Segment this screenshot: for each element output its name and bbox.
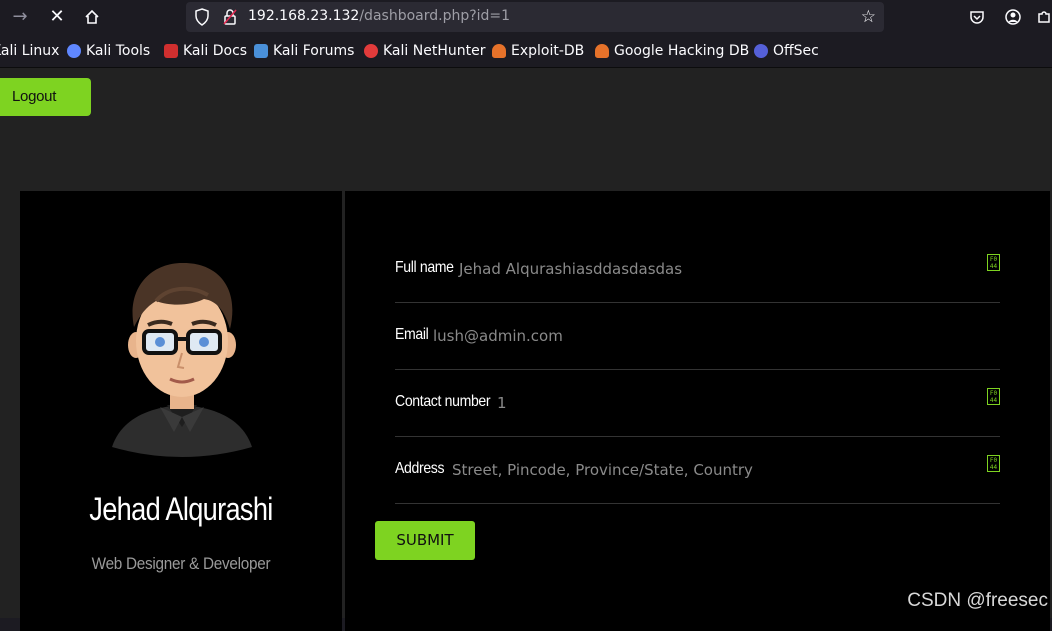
extensions-icon[interactable] (1036, 5, 1052, 29)
kali-docs-icon (164, 44, 178, 58)
bookmark-kali-tools[interactable]: Kali Tools (67, 43, 150, 59)
bookmark-label: Kali Tools (86, 43, 151, 59)
kali-tools-icon (67, 44, 81, 58)
url-path: /dashboard.php?id=1 (359, 8, 511, 24)
field-badge-icon: F0 44 (987, 455, 1000, 472)
field-badge-icon: F0 44 (987, 254, 1000, 271)
bookmark-label: Google Hacking DB (614, 43, 750, 59)
full-name-input[interactable]: Jehad Alqurashiasddasdasdas (459, 260, 682, 278)
logout-button[interactable]: Logout (0, 78, 91, 116)
url-text[interactable]: 192.168.23.132/dashboard.php?id=1 (248, 8, 510, 24)
bookmark-label: Kali Forums (273, 43, 355, 59)
kali-forums-icon (254, 44, 268, 58)
bookmark-star-icon[interactable]: ☆ (861, 7, 876, 27)
field-label: Contact number (395, 393, 491, 410)
browser-toolbar: → ✕ 192.168.23.132/dashboard.php?id=1 ☆ (0, 0, 1052, 34)
field-label: Full name (395, 259, 454, 276)
forward-icon[interactable]: → (8, 5, 32, 29)
bookmark-label: OffSec (773, 43, 819, 59)
kali-nethunter-icon (364, 44, 378, 58)
bookmark-label: Kali Docs (183, 43, 248, 59)
field-email: Email lush@admin.com (395, 303, 1000, 370)
address-input[interactable]: Street, Pincode, Province/State, Country (452, 461, 753, 479)
bookmark-label: Kali NetHunter (383, 43, 486, 59)
bookmark-offsec[interactable]: OffSec (754, 43, 819, 59)
bookmark-kali-nethunter[interactable]: Kali NetHunter (364, 43, 485, 59)
field-address: Address Street, Pincode, Province/State,… (395, 437, 1000, 504)
url-bar[interactable]: 192.168.23.132/dashboard.php?id=1 ☆ (186, 2, 884, 32)
watermark: CSDN @freesec (907, 590, 1048, 611)
field-label: Address (395, 460, 445, 477)
field-label: Email (395, 326, 429, 343)
profile-role: Web Designer & Developer (91, 554, 271, 573)
url-host: 192.168.23.132 (248, 8, 360, 24)
bookmark-kali-forums[interactable]: Kali Forums (254, 43, 354, 59)
insecure-lock-icon[interactable] (222, 8, 238, 30)
bookmark-label: Kali Linux (0, 43, 60, 59)
bookmarks-bar: Kali Linux Kali Tools Kali Docs Kali For… (0, 34, 1052, 68)
avatar (112, 262, 252, 457)
bookmark-label: Exploit-DB (511, 43, 585, 59)
contact-number-input[interactable]: 1 (497, 394, 507, 412)
profile-card: Jehad Alqurashi Web Designer & Developer (20, 191, 342, 631)
field-badge-icon: F0 44 (987, 388, 1000, 405)
account-icon[interactable] (1001, 5, 1025, 29)
shield-icon[interactable] (194, 8, 210, 30)
pocket-icon[interactable] (965, 5, 989, 29)
profile-name: Jehad Alqurashi (89, 491, 273, 527)
page-content: Logout Jehad Alqurashi Web Designer & De… (0, 68, 1052, 631)
submit-button[interactable]: SUBMIT (375, 521, 475, 560)
profile-form: Full name Jehad Alqurashiasddasdasdas F0… (345, 191, 1050, 631)
bookmark-exploit-db[interactable]: Exploit-DB (492, 43, 584, 59)
offsec-icon (754, 44, 768, 58)
home-icon[interactable] (80, 5, 104, 29)
field-full-name: Full name Jehad Alqurashiasddasdasdas F0… (395, 236, 1000, 303)
bookmark-kali-linux[interactable]: Kali Linux (0, 43, 59, 59)
ghdb-icon (595, 44, 609, 58)
email-input[interactable]: lush@admin.com (433, 327, 563, 345)
stop-icon[interactable]: ✕ (45, 5, 69, 29)
field-contact-number: Contact number 1 F0 44 (395, 370, 1000, 437)
bookmark-google-hacking-db[interactable]: Google Hacking DB (595, 43, 749, 59)
exploit-db-icon (492, 44, 506, 58)
bookmark-kali-docs[interactable]: Kali Docs (164, 43, 247, 59)
